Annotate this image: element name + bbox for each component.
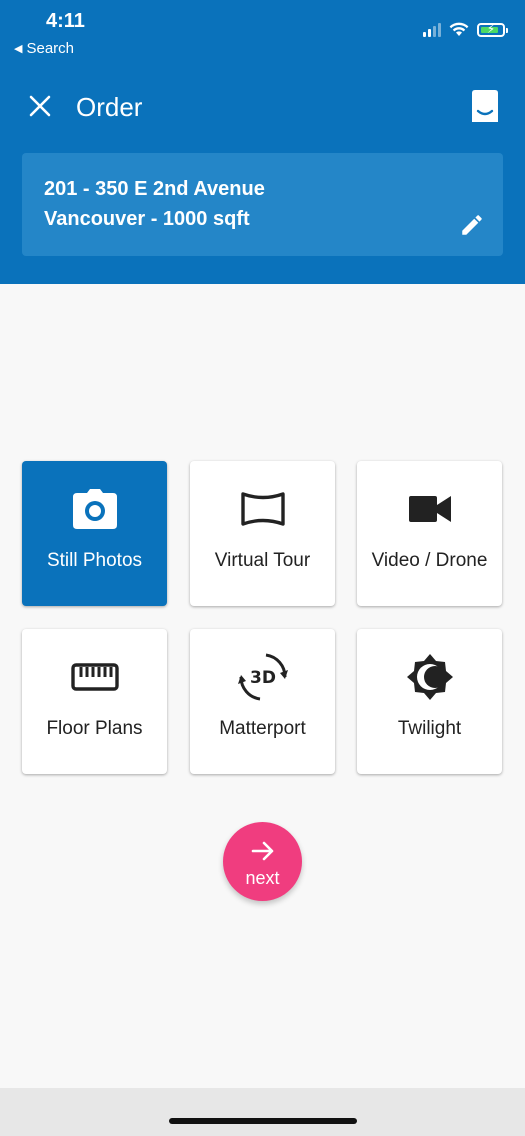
close-icon <box>29 95 51 117</box>
service-tile-virtual-tour[interactable]: Virtual Tour <box>190 461 335 606</box>
back-to-search-link[interactable]: ◀ Search <box>14 40 74 57</box>
back-label: Search <box>26 40 74 57</box>
service-tile-video-drone[interactable]: Video / Drone <box>357 461 502 606</box>
wifi-icon <box>449 22 469 36</box>
chat-icon <box>472 90 498 122</box>
pencil-icon <box>462 215 482 235</box>
toolbar: Order <box>0 80 525 136</box>
app-header: 4:11 ◀ Search ⚡ Order 201 - 350 E 2nd Av… <box>0 0 525 284</box>
next-label: next <box>245 868 280 888</box>
address-line-1: 201 - 350 E 2nd Avenue <box>44 178 265 200</box>
back-triangle-icon: ◀ <box>14 43 23 55</box>
service-label: Virtual Tour <box>214 550 311 571</box>
videocam-icon <box>408 496 451 522</box>
bottom-bar <box>0 1088 525 1136</box>
close-button[interactable] <box>20 86 60 126</box>
3d-rotation-icon: 3D <box>237 653 288 701</box>
service-tile-twilight[interactable]: Twilight <box>357 629 502 774</box>
status-icons: ⚡ <box>423 22 508 37</box>
status-bar: 4:11 ◀ Search ⚡ <box>0 0 525 70</box>
svg-text:3D: 3D <box>250 668 276 688</box>
battery-icon: ⚡ <box>477 22 508 37</box>
address-line-2: Vancouver - 1000 sqft <box>44 208 250 230</box>
service-tile-still-photos[interactable]: Still Photos <box>22 461 167 606</box>
service-tile-floor-plans[interactable]: Floor Plans <box>22 629 167 774</box>
service-label: Video / Drone <box>371 550 488 571</box>
address-card: 201 - 350 E 2nd Avenue Vancouver - 1000 … <box>22 153 503 256</box>
arrow-right-icon <box>251 841 273 861</box>
cellular-signal-icon <box>423 22 441 37</box>
page-title: Order <box>76 92 143 122</box>
night-mode-icon <box>406 654 453 700</box>
next-button[interactable]: next <box>223 822 302 901</box>
service-label: Still Photos <box>46 550 143 571</box>
status-time: 4:11 <box>46 10 85 32</box>
edit-address-button[interactable] <box>457 210 487 240</box>
home-indicator[interactable] <box>169 1118 357 1124</box>
service-label: Floor Plans <box>46 718 143 739</box>
camera-icon <box>72 489 117 529</box>
service-grid: Still Photos Virtual Tour Video / Drone … <box>22 461 503 775</box>
service-tile-matterport[interactable]: 3D Matterport <box>190 629 335 774</box>
service-label: Twilight <box>397 718 462 739</box>
service-label: Matterport <box>219 718 306 739</box>
ruler-icon <box>70 663 119 691</box>
chat-button[interactable] <box>467 86 503 126</box>
panorama-icon <box>240 492 285 526</box>
